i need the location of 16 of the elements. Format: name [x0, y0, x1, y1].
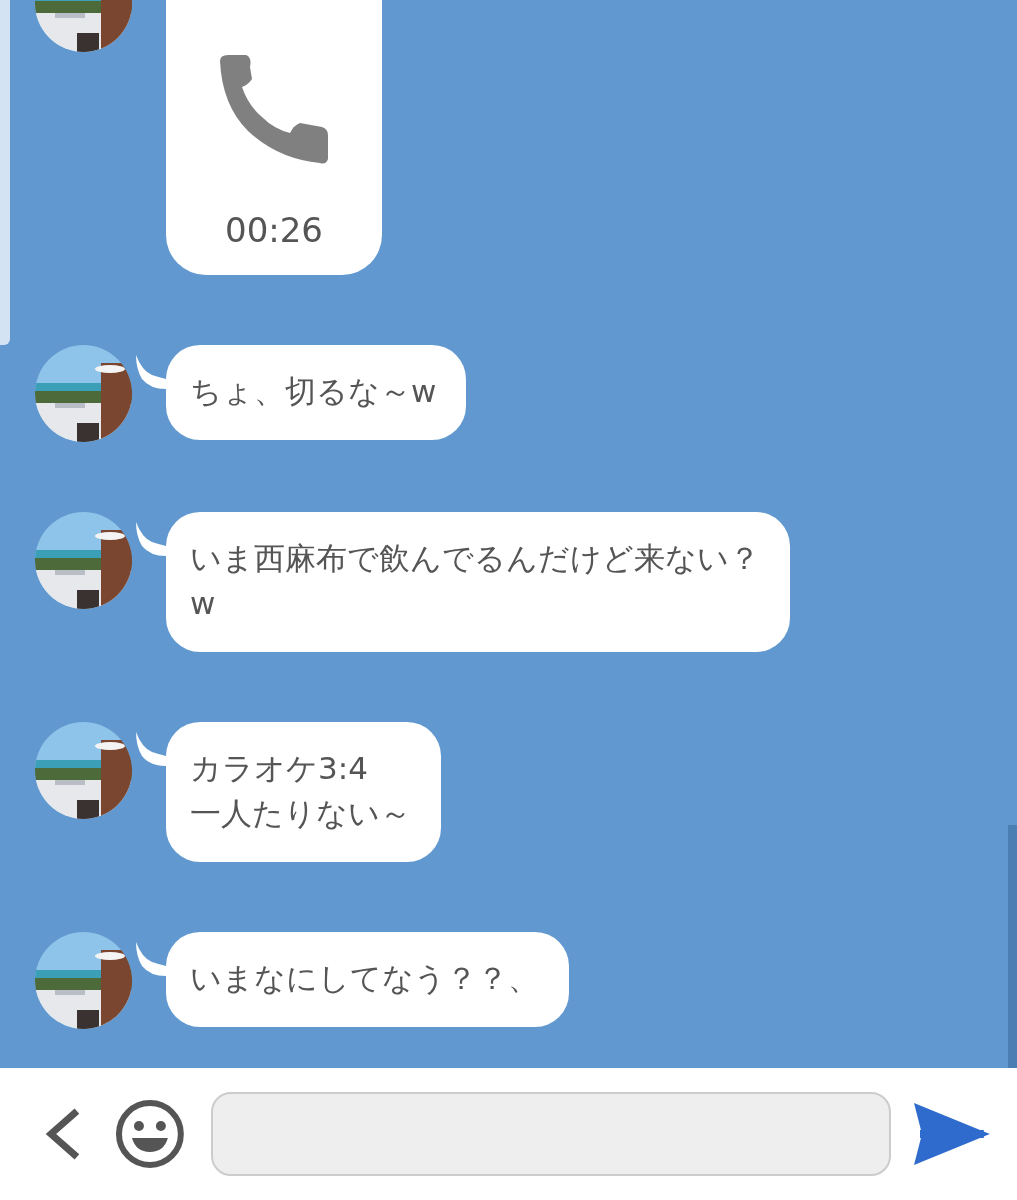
bubble-tail — [136, 732, 166, 766]
message-bubble: ちょ、切るな～w — [166, 345, 467, 440]
send-icon[interactable] — [914, 1103, 990, 1165]
message-bubble: いま西麻布で飲んでるんだけど来ない？ w — [166, 512, 790, 652]
message-bubble: いまなにしてなう？？、 — [166, 932, 569, 1027]
scrollbar-thumb[interactable] — [1008, 825, 1017, 1068]
call-bubble[interactable]: 00:26 — [166, 0, 382, 275]
message-bubble: カラオケ3:4 一人たりない～ — [166, 722, 441, 862]
phone-icon — [218, 55, 330, 165]
back-icon[interactable] — [45, 1107, 81, 1161]
bubble-tail — [136, 355, 166, 389]
call-duration: 00:26 — [225, 209, 323, 252]
bubble-tail — [136, 942, 166, 976]
emoji-icon[interactable] — [113, 1098, 186, 1170]
bubble-tail — [136, 522, 166, 556]
message-input-field[interactable] — [210, 1092, 892, 1176]
